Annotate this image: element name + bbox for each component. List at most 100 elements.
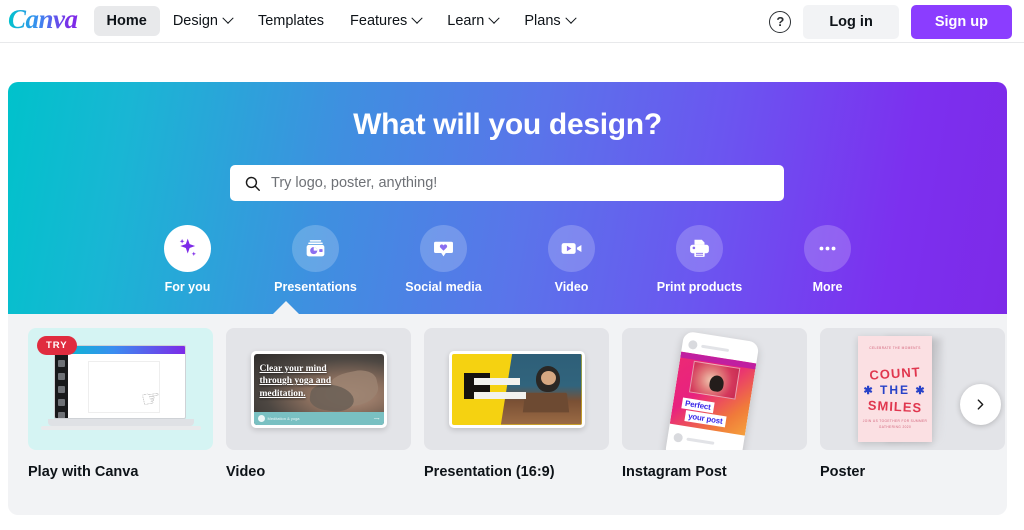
placeholder-line xyxy=(701,344,730,353)
poster-bottom-text: JOIN US TOGETHER FOR SUMMER GATHERING 20… xyxy=(862,419,928,430)
person-face xyxy=(540,370,556,385)
category-icon-wrap xyxy=(804,225,851,272)
category-icon-wrap xyxy=(292,225,339,272)
category-tab-more[interactable]: More xyxy=(782,225,874,294)
hero-banner: What will you design? Try logo, poster, … xyxy=(8,82,1007,314)
active-tab-pointer xyxy=(273,301,299,314)
category-tab-label: Video xyxy=(554,280,589,294)
poster-line-3: SMILES xyxy=(867,397,923,416)
poster-line-1: COUNT xyxy=(868,364,922,383)
search-placeholder: Try logo, poster, anything! xyxy=(271,175,438,191)
template-card-list: TRY ☞ Play with Canva Clear your mind th… xyxy=(28,328,1005,480)
page-title: What will you design? xyxy=(353,108,662,141)
white-bar-shape xyxy=(473,391,526,399)
video-headline-text: Clear your mind through yoga and meditat… xyxy=(259,363,332,400)
heart-bubble-icon xyxy=(434,241,453,257)
login-button[interactable]: Log in xyxy=(803,4,899,39)
category-tab-for-you[interactable]: For you xyxy=(142,225,234,294)
ellipsis-icon xyxy=(819,246,836,251)
card-label: Poster xyxy=(820,464,866,480)
card-thumbnail xyxy=(424,328,609,450)
nav-item-label: Features xyxy=(350,13,408,29)
nav-item-label: Learn xyxy=(447,13,485,29)
chevron-down-icon xyxy=(411,12,423,24)
presentation-slide xyxy=(451,353,582,425)
nav-item-label: Templates xyxy=(257,13,325,29)
phone-mockup: Perfect your post xyxy=(664,330,760,450)
chevron-down-icon xyxy=(222,12,234,24)
sparkle-icon xyxy=(179,238,196,257)
chevron-right-icon xyxy=(977,399,984,410)
help-circle-icon[interactable]: ? xyxy=(769,10,792,33)
main-nav: Home Design Templates Features Learn Pla… xyxy=(93,6,588,36)
laptop-base xyxy=(48,419,194,426)
category-tab-print-products[interactable]: Print products xyxy=(654,225,746,294)
category-icon-wrap xyxy=(420,225,467,272)
instagram-post-art: Perfect your post xyxy=(669,351,757,436)
editor-sidebar xyxy=(55,354,68,418)
card-label: Video xyxy=(226,464,266,480)
chevron-down-icon xyxy=(488,12,501,24)
nav-item-home[interactable]: Home xyxy=(93,6,160,36)
star-icon: ✱ xyxy=(863,385,875,397)
placeholder-line xyxy=(686,437,715,445)
category-tab-label: Presentations xyxy=(274,280,357,294)
avatar xyxy=(673,432,684,443)
category-icon-wrap xyxy=(676,225,723,272)
search-input[interactable]: Try logo, poster, anything! xyxy=(230,165,784,201)
video-thumbnail-image: Clear your mind through yoga and meditat… xyxy=(253,353,384,425)
category-tab-label: For you xyxy=(164,280,211,294)
category-tab-presentations[interactable]: Presentations xyxy=(270,225,362,294)
card-thumbnail: Perfect your post xyxy=(622,328,807,450)
nav-item-templates[interactable]: Templates xyxy=(245,6,337,36)
category-tabs: For you Presentations Social media Video… xyxy=(8,225,1007,294)
laptop-screen: ☞ xyxy=(54,345,186,419)
video-camera-icon xyxy=(561,243,582,254)
post-photo xyxy=(688,360,741,400)
category-tab-social-media[interactable]: Social media xyxy=(398,225,490,294)
signup-button[interactable]: Sign up xyxy=(910,4,1012,39)
white-bar-shape xyxy=(473,377,520,385)
poster-line-2-text: THE xyxy=(880,383,910,397)
card-label: Instagram Post xyxy=(622,464,727,480)
template-card-video[interactable]: Clear your mind through yoga and meditat… xyxy=(226,328,411,480)
category-tab-video[interactable]: Video xyxy=(526,225,618,294)
template-card-presentation[interactable]: Presentation (16:9) xyxy=(424,328,609,480)
nav-item-features[interactable]: Features xyxy=(337,6,434,36)
nav-item-label: Plans xyxy=(524,13,561,29)
card-label: Presentation (16:9) xyxy=(424,464,555,480)
template-card-play-with-canva[interactable]: TRY ☞ Play with Canva xyxy=(28,328,213,480)
laptop-shape xyxy=(522,392,569,412)
poster-line-2: ✱ THE ✱ xyxy=(858,383,932,397)
post-text-line-2: your post xyxy=(684,410,727,428)
projector-icon xyxy=(306,240,325,257)
try-badge: TRY xyxy=(37,336,77,355)
card-thumbnail: Clear your mind through yoga and meditat… xyxy=(226,328,411,450)
help-glyph: ? xyxy=(776,14,785,29)
carousel-next-button[interactable] xyxy=(960,384,1001,425)
nav-item-design[interactable]: Design xyxy=(160,6,245,36)
chevron-down-icon xyxy=(564,12,577,24)
category-icon-wrap xyxy=(548,225,595,272)
template-card-instagram-post[interactable]: Perfect your post Instagram Post xyxy=(622,328,807,480)
category-icon-wrap xyxy=(164,225,211,272)
card-thumbnail: TRY ☞ xyxy=(28,328,213,450)
presentation-thumbnail-frame xyxy=(448,350,585,428)
video-footer-bar: Meditation & yoga ⟶ xyxy=(253,411,384,425)
poster-top-text: CELEBRATE THE MOMENTS xyxy=(869,346,921,350)
video-caption-text: Meditation & yoga xyxy=(267,415,300,421)
video-thumbnail-frame: Clear your mind through yoga and meditat… xyxy=(250,350,387,428)
poster-art: CELEBRATE THE MOMENTS COUNT ✱ THE ✱ SMIL… xyxy=(858,336,932,442)
nav-item-learn[interactable]: Learn xyxy=(434,6,511,36)
category-tab-label: More xyxy=(812,280,843,294)
card-label: Play with Canva xyxy=(28,464,139,480)
canva-logo[interactable]: Canva xyxy=(8,6,78,36)
top-navigation-bar: Canva Home Design Templates Features Lea… xyxy=(0,0,1024,43)
hand-cursor-icon: ☞ xyxy=(139,384,163,413)
arrow-glyph: ⟶ xyxy=(373,415,380,421)
printer-icon xyxy=(690,239,709,257)
laptop-illustration: ☞ xyxy=(41,345,201,430)
nav-item-plans[interactable]: Plans xyxy=(511,6,587,36)
category-tab-label: Print products xyxy=(656,280,743,294)
person-hair-shape xyxy=(708,374,725,393)
